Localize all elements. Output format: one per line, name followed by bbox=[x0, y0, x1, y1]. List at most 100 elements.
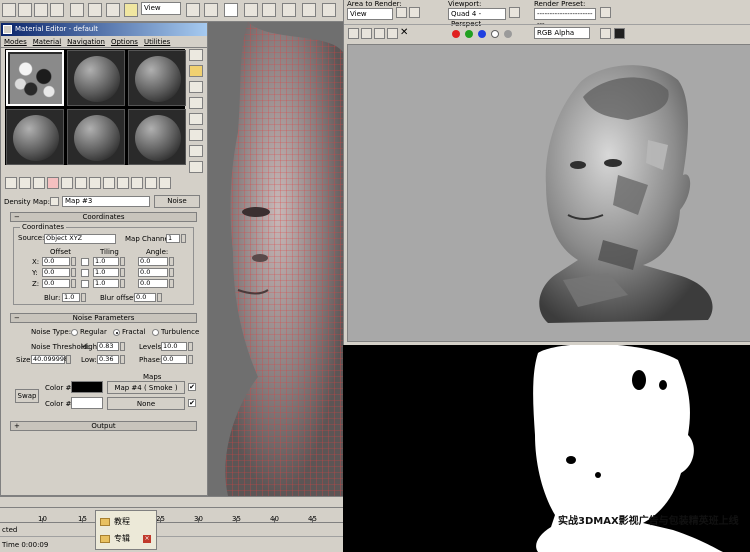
high-threshold-spinner[interactable] bbox=[120, 342, 125, 351]
tiling-x-field[interactable]: 1.0 bbox=[93, 257, 119, 266]
area-to-render-combo[interactable]: View bbox=[347, 8, 393, 20]
swap-button[interactable]: Swap bbox=[15, 389, 39, 403]
make-copy-icon[interactable] bbox=[61, 177, 73, 189]
blur-offset-spinner[interactable] bbox=[157, 293, 162, 302]
reference-coord-combo[interactable]: View bbox=[141, 2, 181, 15]
high-threshold-field[interactable]: 0.83 bbox=[97, 342, 119, 351]
offset-x-field[interactable]: 0.0 bbox=[42, 257, 70, 266]
noise-parameters-rollout-header[interactable]: − Noise Parameters bbox=[10, 313, 197, 323]
alpha-channel-icon[interactable] bbox=[491, 30, 499, 38]
show-map-icon[interactable] bbox=[117, 177, 129, 189]
tile-y-check[interactable] bbox=[81, 269, 89, 277]
offset-z-spinner[interactable] bbox=[71, 279, 76, 288]
menu-utilities[interactable]: Utilities bbox=[144, 36, 170, 47]
map-channel-field[interactable]: 1 bbox=[166, 234, 180, 243]
color2-map-button[interactable]: None bbox=[107, 397, 185, 410]
menu-modes[interactable]: Modes bbox=[4, 36, 27, 47]
size-spinner[interactable] bbox=[66, 355, 71, 364]
put-material-icon[interactable] bbox=[19, 177, 31, 189]
select-manipulate-icon[interactable] bbox=[204, 3, 218, 17]
edit-region-icon[interactable] bbox=[396, 7, 407, 18]
tiling-z-field[interactable]: 1.0 bbox=[93, 279, 119, 288]
color2-swatch[interactable] bbox=[71, 397, 103, 409]
tiling-y-spinner[interactable] bbox=[120, 268, 125, 277]
angle-x-field[interactable]: 0.0 bbox=[138, 257, 168, 266]
put-to-library-icon[interactable] bbox=[89, 177, 101, 189]
color1-map-button[interactable]: Map #4 ( Smoke ) bbox=[107, 381, 185, 394]
tile-z-check[interactable] bbox=[81, 280, 89, 288]
sample-slot-3[interactable] bbox=[128, 50, 186, 106]
copy-image-icon[interactable] bbox=[361, 28, 372, 39]
perspective-viewport[interactable] bbox=[208, 22, 343, 496]
video-color-check-icon[interactable] bbox=[189, 113, 203, 125]
move-icon[interactable] bbox=[88, 3, 102, 17]
rotate-icon[interactable] bbox=[106, 3, 120, 17]
source-combo[interactable]: Object XYZ bbox=[44, 234, 116, 244]
offset-y-spinner[interactable] bbox=[71, 268, 76, 277]
size-field[interactable]: 40.099998 bbox=[31, 355, 68, 364]
tiling-z-spinner[interactable] bbox=[120, 279, 125, 288]
viewport-combo[interactable]: Quad 4 - Perspect bbox=[448, 8, 506, 28]
rendered-image[interactable] bbox=[347, 44, 750, 342]
levels-field[interactable]: 10.0 bbox=[161, 342, 187, 351]
blur-spinner[interactable] bbox=[81, 293, 86, 302]
tiling-x-spinner[interactable] bbox=[120, 257, 125, 266]
map-type-button[interactable]: Noise bbox=[154, 195, 200, 208]
blur-field[interactable]: 1.0 bbox=[62, 293, 80, 302]
auto-region-icon[interactable] bbox=[409, 7, 420, 18]
select-object-icon[interactable] bbox=[70, 3, 84, 17]
select-icon[interactable] bbox=[2, 3, 16, 17]
sample-slot-2[interactable] bbox=[67, 50, 125, 106]
lock-viewport-icon[interactable] bbox=[509, 7, 520, 18]
noise-type-turbulence-radio[interactable] bbox=[152, 329, 159, 336]
noise-type-regular-radio[interactable] bbox=[71, 329, 78, 336]
map-channel-spinner[interactable] bbox=[181, 234, 186, 243]
options-icon[interactable] bbox=[189, 145, 203, 157]
display-channel-combo[interactable]: RGB Alpha bbox=[534, 27, 590, 39]
color1-swatch[interactable] bbox=[71, 381, 103, 393]
named-selection-icon[interactable] bbox=[322, 3, 336, 17]
backlight-icon[interactable] bbox=[189, 65, 203, 77]
background-icon[interactable] bbox=[189, 81, 203, 93]
select-by-material-icon[interactable] bbox=[189, 161, 203, 173]
percent-snap-icon[interactable] bbox=[282, 3, 296, 17]
get-material-icon[interactable] bbox=[5, 177, 17, 189]
phase-spinner[interactable] bbox=[188, 355, 193, 364]
levels-spinner[interactable] bbox=[188, 342, 193, 351]
noise-type-fractal-radio[interactable] bbox=[113, 329, 120, 336]
pick-icon[interactable] bbox=[50, 197, 59, 206]
sample-slot-4[interactable] bbox=[6, 109, 64, 165]
go-forward-icon[interactable] bbox=[159, 177, 171, 189]
offset-y-field[interactable]: 0.0 bbox=[42, 268, 70, 277]
menu-navigation[interactable]: Navigation bbox=[67, 36, 105, 47]
save-image-icon[interactable] bbox=[348, 28, 359, 39]
material-effects-channel-icon[interactable] bbox=[103, 177, 115, 189]
snap-icon[interactable] bbox=[244, 3, 258, 17]
reset-map-icon[interactable] bbox=[47, 177, 59, 189]
menu-material[interactable]: Material bbox=[33, 36, 61, 47]
sample-type-icon[interactable] bbox=[189, 49, 203, 61]
red-channel-icon[interactable] bbox=[452, 30, 460, 38]
close-icon[interactable]: × bbox=[143, 535, 151, 543]
phase-field[interactable]: 0.0 bbox=[161, 355, 187, 364]
make-preview-icon[interactable] bbox=[189, 129, 203, 141]
angle-z-field[interactable]: 0.0 bbox=[138, 279, 168, 288]
sample-slot-5[interactable] bbox=[67, 109, 125, 165]
window-crossing-icon[interactable] bbox=[50, 3, 64, 17]
assign-material-icon[interactable] bbox=[33, 177, 45, 189]
sample-slot-1[interactable] bbox=[6, 50, 64, 106]
time-ruler[interactable] bbox=[0, 507, 343, 523]
menu-options[interactable]: Options bbox=[111, 36, 138, 47]
angle-y-spinner[interactable] bbox=[169, 268, 174, 277]
tiling-y-field[interactable]: 1.0 bbox=[93, 268, 119, 277]
material-editor-titlebar[interactable]: Material Editor - default bbox=[1, 23, 207, 36]
angle-y-field[interactable]: 0.0 bbox=[138, 268, 168, 277]
green-channel-icon[interactable] bbox=[465, 30, 473, 38]
angle-snap-icon[interactable] bbox=[262, 3, 276, 17]
output-rollout-header[interactable]: + Output bbox=[10, 421, 197, 431]
render-setup-icon[interactable] bbox=[600, 7, 611, 18]
show-end-result-icon[interactable] bbox=[131, 177, 143, 189]
tile-x-check[interactable] bbox=[81, 258, 89, 266]
blur-offset-field[interactable]: 0.0 bbox=[134, 293, 156, 302]
clear-icon[interactable]: ✕ bbox=[400, 27, 408, 38]
